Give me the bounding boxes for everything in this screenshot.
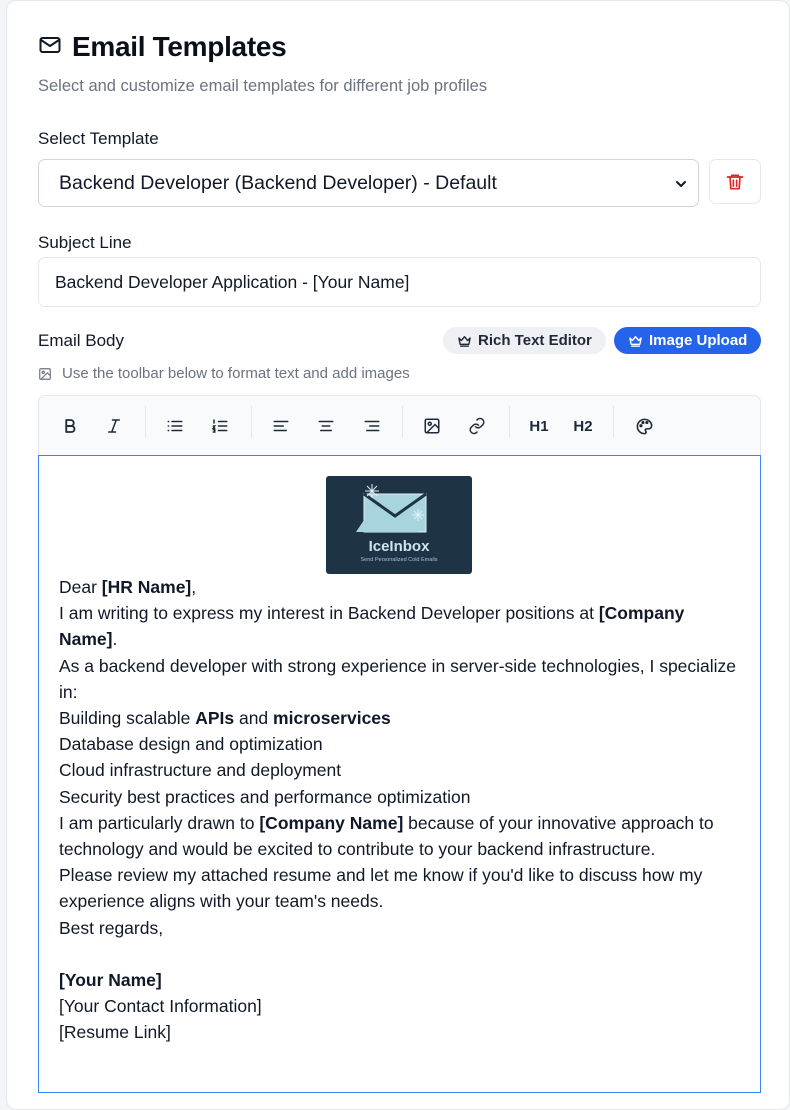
text-color-button[interactable]	[627, 410, 661, 442]
page-title: Email Templates	[72, 31, 287, 62]
template-select-value: Backend Developer (Backend Developer) - …	[59, 171, 497, 194]
body-list-item: Building scalable APIs and microservices	[59, 708, 391, 729]
email-body-label: Email Body	[38, 331, 124, 350]
crown-icon	[629, 336, 642, 347]
italic-icon	[108, 419, 120, 433]
email-templates-card: Email Templates Select and customize ema…	[6, 0, 790, 1110]
page-subtitle: Select and customize email templates for…	[38, 77, 488, 95]
delete-template-button[interactable]	[709, 159, 761, 204]
numbered-list-button[interactable]	[203, 410, 237, 442]
body-list-item: Security best practices and performance …	[59, 786, 471, 807]
italic-button[interactable]	[97, 410, 131, 442]
align-right-button[interactable]	[355, 410, 389, 442]
signature-resume: [Resume Link]	[59, 1022, 171, 1043]
body-list-item: Cloud infrastructure and deployment	[59, 760, 342, 781]
align-left-button[interactable]	[264, 410, 298, 442]
logo-tagline: Send Personalized Cold Emails	[360, 557, 438, 563]
align-center-button[interactable]	[309, 410, 343, 442]
mail-icon	[38, 33, 62, 62]
editor-hint: Use the toolbar below to format text and…	[38, 365, 410, 382]
rich-text-editor-button[interactable]: Rich Text Editor	[443, 327, 606, 354]
body-list-item: Database design and optimization	[59, 734, 323, 755]
signature-name: [Your Name]	[59, 970, 162, 991]
template-select[interactable]: Backend Developer (Backend Developer) - …	[38, 159, 699, 207]
logo-wordmark: IceInbox	[368, 538, 430, 555]
align-left-icon	[273, 420, 289, 432]
rich-text-editor-label: Rich Text Editor	[478, 332, 592, 349]
heading2-button[interactable]: H2	[566, 410, 600, 442]
select-template-label: Select Template	[38, 129, 159, 148]
image-icon	[424, 418, 440, 434]
image-icon	[39, 367, 51, 380]
envelope-logo-icon	[356, 484, 427, 533]
align-center-icon	[318, 420, 334, 432]
editor-toolbar: H1 H2	[38, 395, 761, 456]
bullet-list-icon	[167, 420, 183, 432]
bold-button[interactable]	[53, 410, 87, 442]
subject-input-value: Backend Developer Application - [Your Na…	[55, 271, 410, 292]
bold-icon	[65, 419, 76, 433]
subject-input[interactable]: Backend Developer Application - [Your Na…	[38, 257, 761, 307]
image-upload-label: Image Upload	[649, 332, 748, 349]
page-header: Email Templates Select and customize ema…	[38, 31, 487, 96]
email-body-editor[interactable]: IceInbox Send Personalized Cold Emails D…	[38, 455, 761, 1093]
trash-icon	[726, 174, 744, 189]
body-paragraph: I am particularly drawn to [Company Name…	[59, 812, 714, 860]
link-icon	[469, 417, 485, 435]
body-paragraph: As a backend developer with strong exper…	[59, 655, 737, 702]
subject-line-label: Subject Line	[38, 233, 132, 252]
body-paragraph: Please review my attached resume and let…	[59, 865, 703, 912]
insert-image-button[interactable]	[415, 410, 449, 442]
greeting-line: Dear [HR Name],	[59, 577, 197, 597]
heading1-button[interactable]: H1	[522, 410, 556, 442]
insert-link-button[interactable]	[460, 410, 494, 442]
body-paragraph: I am writing to express my interest in B…	[59, 603, 685, 650]
chevron-down-icon	[676, 181, 686, 187]
signature-contact: [Your Contact Information]	[59, 996, 262, 1017]
align-right-icon	[364, 420, 380, 432]
bullet-list-button[interactable]	[158, 410, 192, 442]
numbered-list-icon	[211, 419, 228, 433]
iceinbox-logo-image: IceInbox Send Personalized Cold Emails	[326, 476, 472, 574]
editor-hint-text: Use the toolbar below to format text and…	[62, 365, 410, 382]
email-body-content: Dear [HR Name], I am writing to express …	[59, 574, 739, 1046]
image-upload-button[interactable]: Image Upload	[614, 327, 762, 354]
closing-line: Best regards,	[59, 917, 164, 938]
crown-icon	[458, 336, 471, 347]
palette-icon	[636, 418, 652, 434]
